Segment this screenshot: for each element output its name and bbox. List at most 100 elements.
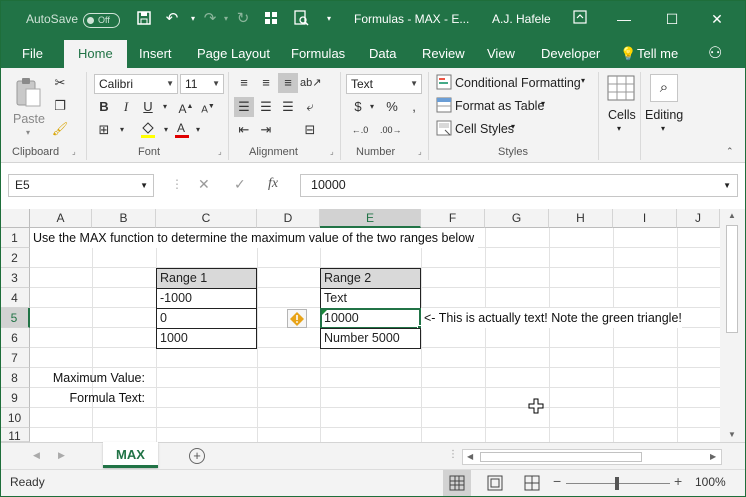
align-bottom-icon[interactable]: ≡ — [278, 73, 298, 93]
clipboard-launcher-icon[interactable]: ⌟ — [72, 148, 80, 156]
refresh-icon[interactable]: ↻ — [234, 10, 252, 28]
column-header-c[interactable]: C — [156, 209, 257, 228]
normal-view-icon[interactable] — [443, 470, 471, 497]
underline-dropdown-icon[interactable]: ▾ — [155, 97, 175, 117]
currency-dropdown-icon[interactable]: ▾ — [362, 97, 382, 117]
decrease-decimal-icon[interactable]: .00→ — [380, 120, 402, 140]
undo-icon[interactable]: ↶ — [163, 10, 181, 28]
borders-dropdown-icon[interactable]: ▾ — [112, 120, 132, 140]
chevron-down-icon[interactable]: ▾ — [661, 124, 665, 133]
row-header-10[interactable]: 10 — [0, 408, 30, 428]
format-as-table-button[interactable]: Format as Table — [455, 99, 544, 113]
cells-icon[interactable] — [606, 74, 636, 102]
format-painter-icon[interactable]: 🖌 — [50, 119, 70, 139]
row-header-11[interactable]: 11 — [0, 428, 30, 442]
add-sheet-icon[interactable]: + — [189, 448, 205, 464]
tab-review[interactable]: Review — [422, 46, 465, 61]
tab-developer[interactable]: Developer — [541, 46, 600, 61]
cell-c5[interactable]: 0 — [156, 308, 257, 329]
zoom-in-icon[interactable]: + — [674, 473, 682, 489]
decrease-indent-icon[interactable]: ⇤ — [234, 120, 254, 140]
print-preview-icon[interactable] — [292, 10, 310, 28]
row-header-1[interactable]: 1 — [0, 228, 30, 248]
tab-file[interactable]: File — [22, 46, 43, 61]
column-header-d[interactable]: D — [257, 209, 320, 228]
font-name-select[interactable]: Calibri ▼ — [94, 74, 178, 94]
enter-icon[interactable]: ✓ — [234, 176, 246, 193]
tab-view[interactable]: View — [487, 46, 515, 61]
chevron-down-icon[interactable]: ▾ — [511, 122, 515, 131]
tab-split-grip-icon[interactable]: ⋮ — [448, 449, 458, 460]
increase-font-icon[interactable]: A▲ — [176, 97, 196, 117]
scroll-right-icon[interactable]: ▶ — [710, 452, 716, 461]
align-left-icon[interactable]: ☰ — [234, 97, 254, 117]
tab-home[interactable]: Home — [64, 40, 127, 68]
maximize-icon[interactable]: ☐ — [660, 8, 684, 30]
zoom-out-icon[interactable]: − — [553, 473, 561, 489]
zoom-level[interactable]: 100% — [695, 475, 726, 489]
cell-c3[interactable]: Range 1 — [156, 268, 257, 289]
save-icon[interactable] — [135, 10, 153, 28]
vertical-scroll-thumb[interactable] — [726, 225, 738, 333]
expand-formula-icon[interactable]: ▼ — [723, 175, 731, 196]
cell-styles-button[interactable]: Cell Styles — [455, 122, 514, 136]
tell-me-search[interactable]: Tell me — [637, 46, 678, 61]
paste-dropdown-icon[interactable]: ▾ — [26, 128, 30, 137]
search-icon[interactable]: ⌕ — [650, 74, 678, 102]
borders-icon[interactable]: ⊞ — [94, 120, 114, 140]
increase-indent-icon[interactable]: ⇥ — [256, 120, 276, 140]
number-format-select[interactable]: Text ▼ — [346, 74, 422, 94]
editing-button[interactable]: Editing — [645, 108, 683, 122]
cancel-icon[interactable]: ✕ — [198, 176, 210, 193]
percent-button[interactable]: % — [382, 97, 402, 117]
row-header-6[interactable]: 6 — [0, 328, 30, 348]
wrap-text-icon[interactable]: ⤶ — [300, 97, 320, 117]
share-icon[interactable]: ⚇ — [708, 43, 722, 63]
align-right-icon[interactable]: ☰ — [278, 97, 298, 117]
cells-button[interactable]: Cells — [608, 108, 636, 122]
chevron-down-icon[interactable]: ▾ — [541, 99, 545, 108]
minimize-icon[interactable]: — — [612, 8, 636, 30]
copy-icon[interactable]: ❐ — [50, 96, 70, 116]
merge-center-icon[interactable]: ⊟ — [300, 120, 320, 140]
page-break-view-icon[interactable] — [518, 470, 546, 497]
cell-c4[interactable]: -1000 — [156, 288, 257, 309]
number-launcher-icon[interactable]: ⌟ — [418, 148, 426, 156]
vertical-scrollbar[interactable]: ▲ ▼ — [720, 209, 746, 442]
error-warning-button[interactable] — [287, 309, 307, 328]
row-header-5[interactable]: 5 — [0, 308, 30, 328]
cell-e6[interactable]: Number 5000 — [320, 328, 421, 349]
collapse-ribbon-icon[interactable]: ⌃ — [726, 146, 734, 157]
cell-f5[interactable]: <- This is actually text! Note the green… — [421, 308, 682, 328]
form-icon[interactable] — [262, 10, 280, 28]
row-header-7[interactable]: 7 — [0, 348, 30, 368]
redo-dropdown-icon[interactable]: ▾ — [217, 10, 235, 28]
row-header-9[interactable]: 9 — [0, 388, 30, 408]
chevron-down-icon[interactable]: ▾ — [581, 76, 585, 85]
autosave-toggle[interactable]: Off — [83, 13, 120, 28]
cut-icon[interactable]: ✂ — [50, 73, 70, 93]
select-all-corner[interactable] — [0, 209, 30, 228]
cell-a1[interactable]: Use the MAX function to determine the ma… — [30, 228, 479, 248]
sheet-tab-max[interactable]: MAX — [103, 442, 158, 468]
cell-a8[interactable]: Maximum Value: — [30, 368, 147, 388]
font-size-select[interactable]: 11 ▼ — [180, 74, 224, 94]
page-layout-view-icon[interactable] — [481, 470, 509, 497]
column-header-g[interactable]: G — [485, 209, 549, 228]
tab-data[interactable]: Data — [369, 46, 396, 61]
column-header-e[interactable]: E — [320, 209, 421, 228]
column-header-b[interactable]: B — [92, 209, 156, 228]
font-launcher-icon[interactable]: ⌟ — [218, 148, 226, 156]
orientation-icon[interactable]: ab↗ — [300, 73, 321, 93]
row-header-4[interactable]: 4 — [0, 288, 30, 308]
insert-function-button[interactable]: fx — [268, 176, 278, 192]
prev-sheet-icon[interactable]: ◀ — [33, 450, 40, 461]
close-icon[interactable]: ✕ — [705, 8, 729, 30]
undo-dropdown-icon[interactable]: ▾ — [184, 10, 202, 28]
chevron-down-icon[interactable]: ▾ — [617, 124, 621, 133]
font-color-dropdown-icon[interactable]: ▾ — [188, 120, 208, 140]
cell-e3[interactable]: Range 2 — [320, 268, 421, 289]
align-middle-icon[interactable]: ≡ — [256, 73, 276, 93]
tab-page-layout[interactable]: Page Layout — [197, 46, 270, 61]
column-header-f[interactable]: F — [421, 209, 485, 228]
